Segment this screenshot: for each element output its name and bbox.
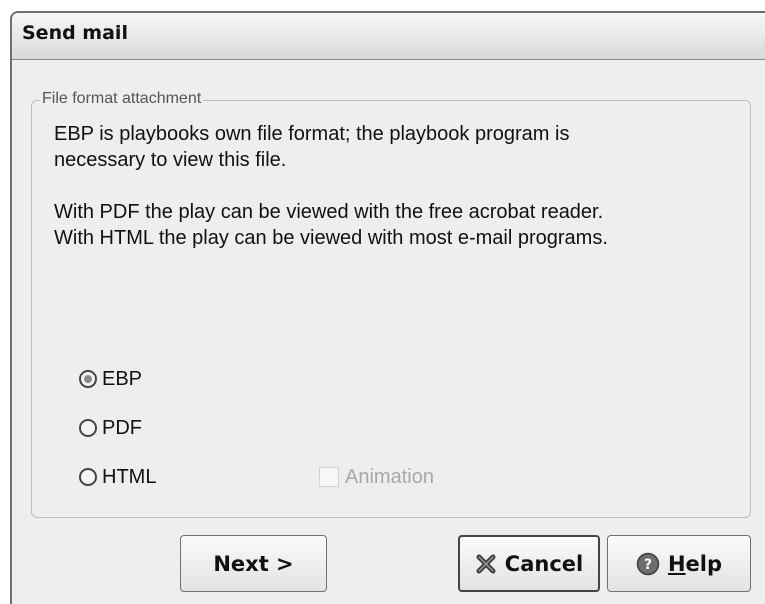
help-icon: ? (636, 552, 660, 576)
help-label-rest: elp (685, 551, 723, 576)
description-line: With PDF the play can be viewed with the… (54, 201, 604, 223)
radio-ebp[interactable]: EBP (79, 365, 142, 393)
window-title: Send mail (22, 22, 128, 44)
title-bar[interactable]: Send mail (12, 13, 765, 60)
radio-button[interactable] (79, 468, 97, 486)
radio-button-selected[interactable] (79, 370, 97, 388)
group-legend: File format attachment (40, 90, 204, 108)
radio-pdf[interactable]: PDF (79, 414, 142, 442)
animation-checkbox[interactable] (319, 467, 339, 487)
help-label: Help (668, 552, 722, 576)
svg-text:?: ? (644, 557, 652, 573)
description-line: EBP is playbooks own file format; the pl… (54, 123, 570, 145)
next-label: Next > (213, 551, 294, 576)
help-button[interactable]: ? Help (607, 535, 751, 592)
file-format-group: File format attachment EBP is playbooks … (31, 90, 751, 518)
description-line (54, 173, 744, 199)
close-x-icon (475, 553, 497, 575)
next-button[interactable]: Next > (180, 535, 327, 592)
format-description: EBP is playbooks own file format; the pl… (54, 121, 744, 251)
cancel-button[interactable]: Cancel (458, 535, 600, 592)
radio-button[interactable] (79, 419, 97, 437)
cancel-label: Cancel (504, 551, 584, 576)
radio-html[interactable]: HTML (79, 463, 156, 491)
send-mail-dialog: Send mail File format attachment EBP is … (10, 11, 765, 604)
radio-label-ebp: EBP (102, 367, 143, 390)
help-mnemonic: H (667, 551, 686, 576)
animation-checkbox-row[interactable]: Animation (319, 463, 434, 491)
radio-label-html: HTML (102, 465, 157, 488)
radio-label-pdf: PDF (102, 416, 142, 439)
animation-label: Animation (345, 465, 434, 488)
description-line: necessary to view this file. (54, 149, 287, 171)
description-line: With HTML the play can be viewed with mo… (54, 227, 608, 249)
